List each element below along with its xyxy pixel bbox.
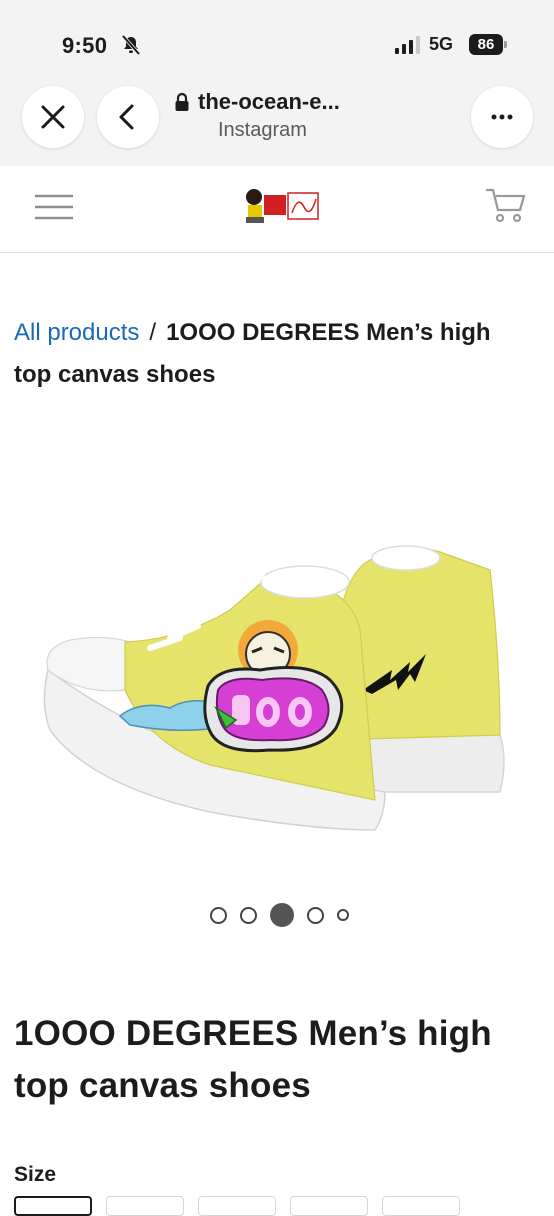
- site-header: [0, 166, 554, 253]
- close-icon: [41, 105, 65, 129]
- size-option-5[interactable]: [382, 1196, 460, 1216]
- back-button[interactable]: [97, 86, 159, 148]
- bell-off-icon: [121, 34, 141, 56]
- status-time: 9:50: [62, 33, 108, 58]
- carousel-dot-4[interactable]: [306, 906, 324, 924]
- url-bar[interactable]: the-ocean-e...: [174, 88, 340, 116]
- close-button[interactable]: [22, 86, 84, 148]
- carousel-dots: [0, 900, 554, 930]
- breadcrumb: All products/1OOO DEGREES Men’s high top…: [14, 312, 534, 396]
- 1000-graffiti-graphic: [203, 666, 344, 753]
- carousel-dot-1[interactable]: [209, 906, 227, 924]
- product-title: 1OOO DEGREES Men’s high top canvas shoes: [14, 1014, 492, 1105]
- hamburger-icon[interactable]: [33, 192, 75, 222]
- size-option-3[interactable]: [198, 1196, 276, 1216]
- lock-icon: [175, 92, 189, 111]
- battery-indicator: 86: [469, 34, 503, 55]
- size-options: [14, 1196, 544, 1216]
- carousel-dot-5[interactable]: [336, 909, 349, 921]
- product-image[interactable]: [30, 530, 530, 850]
- size-option-2[interactable]: [106, 1196, 184, 1216]
- size-option-1[interactable]: [14, 1196, 92, 1216]
- chevron-left-icon: [119, 104, 134, 130]
- size-option-4[interactable]: [290, 1196, 368, 1216]
- more-icon: [491, 114, 513, 120]
- url-source: Instagram: [218, 119, 307, 141]
- breadcrumb-all-products-link[interactable]: All products: [14, 319, 139, 346]
- battery-nub: [504, 41, 507, 48]
- breadcrumb-separator: /: [149, 319, 157, 346]
- network-type: 5G: [429, 34, 454, 54]
- carousel-dot-2[interactable]: [239, 906, 257, 924]
- joey-digital-logo[interactable]: [240, 185, 326, 227]
- url-text: the-ocean-e...: [198, 89, 340, 114]
- browser-chrome: 9:50 5G 86 the-ocean-e... Instagram: [0, 0, 554, 166]
- carousel-dot-3[interactable]: [269, 903, 294, 927]
- cart-icon[interactable]: [484, 186, 526, 224]
- size-label: Size: [14, 1163, 57, 1186]
- more-button[interactable]: [471, 86, 533, 148]
- signal-icon: [395, 36, 420, 54]
